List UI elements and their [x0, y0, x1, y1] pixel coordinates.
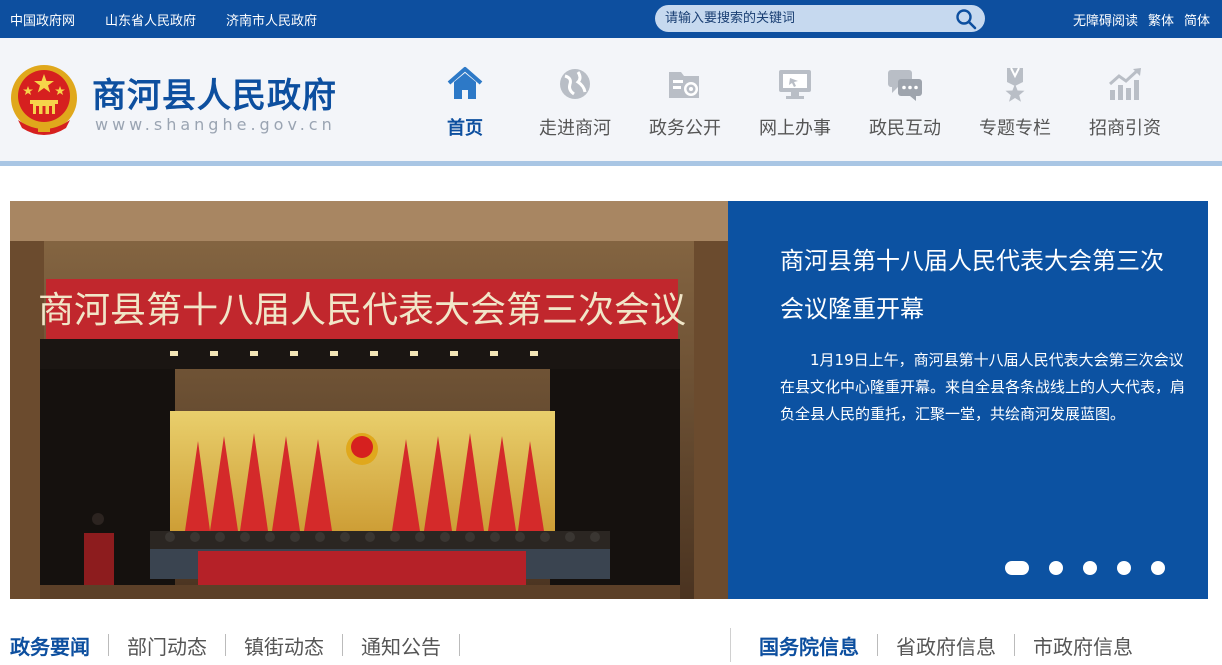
- meeting-photo[interactable]: 商河县第十八届人民代表大会第三次会议: [10, 201, 728, 599]
- tab-divider: [225, 634, 226, 656]
- tab-divider: [459, 634, 460, 656]
- carousel-indicators: [1005, 561, 1185, 575]
- headline-summary: 1月19日上午，商河县第十八届人民代表大会第三次会议在县文化中心隆重开幕。来自全…: [780, 351, 1186, 423]
- traditional-chinese-link[interactable]: 繁体: [1148, 10, 1174, 29]
- globe-icon: [560, 69, 590, 99]
- tab-divider: [342, 634, 343, 656]
- home-icon: [447, 67, 483, 99]
- tab-town-news[interactable]: 镇街动态: [244, 631, 324, 660]
- site-title[interactable]: 商河县人民政府: [92, 68, 337, 117]
- tab-divider: [877, 634, 878, 656]
- chart-icon: [1109, 68, 1141, 100]
- headline-title[interactable]: 商河县第十八届人民代表大会第三次会议隆重开幕: [780, 237, 1180, 333]
- gov-links: 中国政府网 山东省人民政府 济南市人民政府: [10, 0, 347, 38]
- tab-divider: [108, 634, 109, 656]
- chat-icon: [888, 70, 922, 101]
- tab-state-council-info[interactable]: 国务院信息: [759, 631, 859, 660]
- nav-item-online-services[interactable]: 网上办事: [740, 60, 850, 150]
- tab-department-news[interactable]: 部门动态: [127, 631, 207, 660]
- nav-label: 招商引资: [1089, 118, 1161, 139]
- link-central-gov[interactable]: 中国政府网: [10, 10, 75, 29]
- link-shandong-gov[interactable]: 山东省人民政府: [105, 10, 196, 29]
- news-carousel: 商河县第十八届人民代表大会第三次会议 商河县第十八届人民代表大会第三次会议隆重开…: [10, 201, 1208, 599]
- tab-gov-news[interactable]: 政务要闻: [10, 631, 90, 660]
- link-jinan-gov[interactable]: 济南市人民政府: [226, 10, 317, 29]
- carousel-dot-1[interactable]: [1005, 561, 1029, 575]
- carousel-dot-2[interactable]: [1049, 561, 1063, 575]
- nav-item-investment[interactable]: 招商引资: [1070, 60, 1180, 150]
- tab-provincial-info[interactable]: 省政府信息: [896, 631, 996, 660]
- tab-notices[interactable]: 通知公告: [361, 631, 441, 660]
- carousel-dot-4[interactable]: [1117, 561, 1131, 575]
- nav-item-about-shanghe[interactable]: 走进商河: [520, 60, 630, 150]
- carousel-dot-5[interactable]: [1151, 561, 1165, 575]
- stage-banner-text: 商河县第十八届人民代表大会第三次会议: [38, 290, 686, 331]
- news-tabs-left: 政务要闻 部门动态 镇街动态 通知公告: [10, 628, 478, 662]
- nav-item-gov-affairs[interactable]: 政务公开: [630, 60, 740, 150]
- top-utility-bar: 中国政府网 山东省人民政府 济南市人民政府 无障碍阅读 繁体 简体: [0, 0, 1222, 38]
- nav-label: 走进商河: [539, 118, 611, 139]
- monitor-icon: [779, 70, 811, 99]
- search-icon[interactable]: [955, 8, 977, 30]
- tab-divider: [1014, 634, 1015, 656]
- folder-gear-icon: [669, 72, 699, 98]
- nav-label: 首页: [447, 118, 483, 139]
- nav-label: 专题专栏: [979, 118, 1051, 139]
- nav-item-interaction[interactable]: 政民互动: [850, 60, 960, 150]
- nav-label: 政民互动: [869, 118, 941, 139]
- nav-item-home[interactable]: 首页: [410, 60, 520, 150]
- headline-panel: 商河县第十八届人民代表大会第三次会议隆重开幕 1月19日上午，商河县第十八届人民…: [728, 201, 1208, 599]
- site-header: 商河县人民政府 www.shanghe.gov.cn 首页 走进商河 政务公开 …: [0, 38, 1222, 166]
- badge-icon: [1005, 67, 1025, 102]
- nav-label: 政务公开: [649, 118, 721, 139]
- site-url: www.shanghe.gov.cn: [95, 115, 336, 134]
- news-tabs-right: 国务院信息 省政府信息 市政府信息: [730, 628, 1133, 662]
- nav-item-special-topics[interactable]: 专题专栏: [960, 60, 1070, 150]
- simplified-chinese-link[interactable]: 简体: [1184, 10, 1210, 29]
- search-input[interactable]: [665, 8, 945, 29]
- national-emblem-icon[interactable]: [8, 62, 80, 138]
- nav-label: 网上办事: [759, 118, 831, 139]
- main-nav: 首页 走进商河 政务公开 网上办事 政民互动 专题专栏 招商引资: [410, 60, 1200, 150]
- reading-options: 无障碍阅读 繁体 简体: [1063, 0, 1210, 38]
- search-box: [655, 5, 985, 32]
- tab-municipal-info[interactable]: 市政府信息: [1033, 631, 1133, 660]
- accessible-reading-link[interactable]: 无障碍阅读: [1073, 10, 1138, 29]
- carousel-dot-3[interactable]: [1083, 561, 1097, 575]
